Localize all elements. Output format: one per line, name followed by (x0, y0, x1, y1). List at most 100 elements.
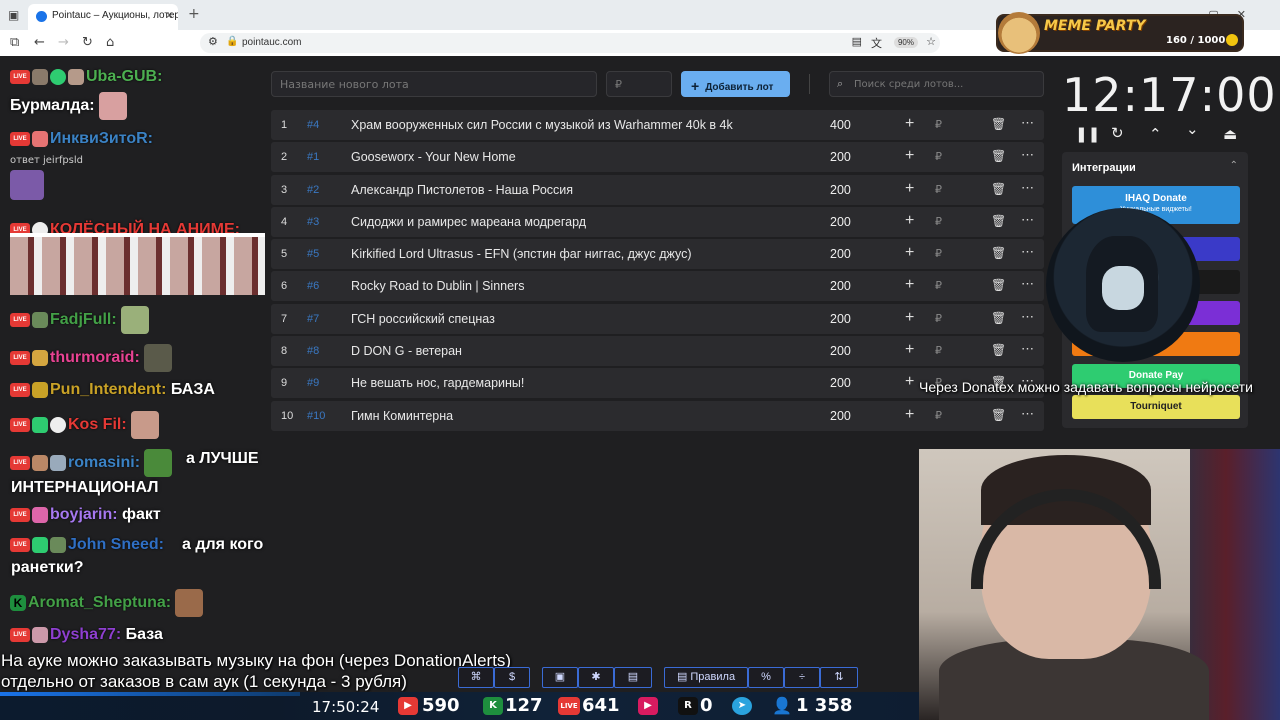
lot-name[interactable]: Gooseworx - Your New Home (351, 150, 811, 164)
add-amount-icon[interactable]: + (905, 373, 914, 391)
add-time-icon[interactable]: ⌃ (1149, 125, 1162, 143)
integration-button[interactable]: Tourniquet (1072, 395, 1240, 419)
lot-row[interactable]: 3 #2 Александр Пистолетов - Наша Россия 200… (271, 174, 1044, 205)
donate-button[interactable]: $ (494, 667, 530, 688)
more-icon[interactable]: ⋯ (1021, 406, 1034, 422)
lot-name[interactable]: Гимн Коминтерна (351, 409, 811, 423)
lot-price-input[interactable]: ₽ (606, 71, 672, 97)
home-icon[interactable]: ⌂ (106, 35, 114, 50)
ruble-icon[interactable]: ₽ (935, 409, 942, 422)
add-amount-icon[interactable]: + (905, 115, 914, 133)
lot-amount[interactable]: 200 (830, 150, 851, 164)
lot-name[interactable]: Rocky Road to Dublin | Sinners (351, 279, 811, 293)
ruble-icon[interactable]: ₽ (935, 312, 942, 325)
more-icon[interactable]: ⋯ (1021, 276, 1034, 292)
lot-row[interactable]: 10 #10 Гимн Коминтерна 200 + ₽ 🗑 ⋯ (271, 400, 1044, 431)
lot-name[interactable]: Храм вооруженных сил России с музыкой из… (351, 118, 811, 132)
lot-amount[interactable]: 200 (830, 279, 851, 293)
more-icon[interactable]: ⋯ (1021, 309, 1034, 325)
ruble-icon[interactable]: ₽ (935, 279, 942, 292)
lot-amount[interactable]: 200 (830, 376, 851, 390)
new-tab-icon[interactable]: + (188, 6, 200, 22)
translate-icon[interactable]: 文 (871, 35, 882, 51)
delete-icon[interactable]: 🗑 (991, 311, 1006, 325)
more-icon[interactable]: ⋯ (1021, 147, 1034, 163)
double-time-icon[interactable]: ⏏ (1223, 125, 1237, 143)
collapse-icon[interactable]: ⌃ (1230, 160, 1238, 171)
delete-icon[interactable]: 🗑 (991, 278, 1006, 292)
tab-actions-icon[interactable]: ▣ (8, 8, 19, 22)
bug-report-button[interactable]: ✱ (578, 667, 614, 688)
subtract-time-icon[interactable]: ⌄ (1186, 120, 1199, 138)
lot-amount[interactable]: 200 (830, 344, 851, 358)
add-amount-icon[interactable]: + (905, 341, 914, 359)
percent-button[interactable]: % (748, 667, 784, 688)
add-amount-icon[interactable]: + (905, 147, 914, 165)
lot-name[interactable]: D DON G - ветеран (351, 344, 811, 358)
browser-tab[interactable]: Pointauc – Аукционы, лотереи × (28, 4, 178, 30)
bookmark-star-icon[interactable]: ☆ (926, 35, 936, 48)
reload-icon[interactable]: ↻ (82, 35, 93, 50)
add-amount-icon[interactable]: + (905, 276, 914, 294)
lot-name[interactable]: ГСН российский спецназ (351, 312, 811, 326)
lot-amount[interactable]: 200 (830, 215, 851, 229)
site-info-icon[interactable]: ⚙ (208, 35, 218, 48)
lot-name[interactable]: Kirkified Lord Ultrasus - EFN (эпстин фа… (351, 247, 811, 261)
history-button[interactable]: ▤ (614, 667, 652, 688)
ruble-icon[interactable]: ₽ (935, 118, 942, 131)
split-button[interactable]: ÷ (784, 667, 820, 688)
ruble-icon[interactable]: ₽ (935, 183, 942, 196)
reset-icon[interactable]: ↻ (1111, 124, 1124, 142)
github-button[interactable]: ⌘ (458, 667, 494, 688)
more-icon[interactable]: ⋯ (1021, 212, 1034, 228)
delete-icon[interactable]: 🗑 (991, 214, 1006, 228)
lot-amount[interactable]: 200 (830, 183, 851, 197)
lot-row[interactable]: 8 #8 D DON G - ветеран 200 + ₽ 🗑 ⋯ (271, 336, 1044, 367)
lot-row[interactable]: 6 #6 Rocky Road to Dublin | Sinners 200 + ₽ 🗑 ⋯ (271, 271, 1044, 302)
back-icon[interactable]: ← (34, 35, 45, 50)
add-amount-icon[interactable]: + (905, 180, 914, 198)
pause-icon[interactable]: ❚❚ (1075, 125, 1100, 143)
sort-button[interactable]: ⇅ (820, 667, 858, 688)
lot-amount[interactable]: 200 (830, 312, 851, 326)
zoom-level[interactable]: 90% (893, 37, 918, 48)
close-tab-icon[interactable]: × (166, 8, 173, 22)
lot-name[interactable]: Александр Пистолетов - Наша Россия (351, 183, 811, 197)
delete-icon[interactable]: 🗑 (991, 182, 1006, 196)
ruble-icon[interactable]: ₽ (935, 150, 942, 163)
delete-icon[interactable]: 🗑 (991, 117, 1006, 131)
delete-icon[interactable]: 🗑 (991, 408, 1006, 422)
add-amount-icon[interactable]: + (905, 309, 914, 327)
lot-name[interactable]: Не вешать нос, гардемарины! (351, 376, 811, 390)
add-amount-icon[interactable]: + (905, 244, 914, 262)
lot-name[interactable]: Сидоджи и рамирес мареана модрегард (351, 215, 811, 229)
ruble-icon[interactable]: ₽ (935, 247, 942, 260)
delete-icon[interactable]: 🗑 (991, 246, 1006, 260)
ruble-icon[interactable]: ₽ (935, 215, 942, 228)
lot-row[interactable]: 4 #3 Сидоджи и рамирес мареана модрегард 20… (271, 206, 1044, 237)
lot-amount[interactable]: 200 (830, 409, 851, 423)
lot-search-input[interactable]: ⌕ Поиск среди лотов... (829, 71, 1044, 97)
more-icon[interactable]: ⋯ (1021, 180, 1034, 196)
more-icon[interactable]: ⋯ (1021, 115, 1034, 131)
lot-amount[interactable]: 200 (830, 247, 851, 261)
more-icon[interactable]: ⋯ (1021, 341, 1034, 357)
lot-row[interactable]: 5 #5 Kirkified Lord Ultrasus - EFN (эпстин… (271, 239, 1044, 270)
rules-button[interactable]: ▤ Правила (664, 667, 748, 688)
new-lot-input[interactable]: Название нового лота (271, 71, 597, 97)
lot-row[interactable]: 7 #7 ГСН российский спецназ 200 + ₽ 🗑 ⋯ (271, 303, 1044, 334)
add-lot-button[interactable]: + Добавить лот (681, 71, 790, 97)
delete-icon[interactable]: 🗑 (991, 149, 1006, 163)
lot-amount[interactable]: 400 (830, 118, 851, 132)
reader-mode-icon[interactable]: ▤ (852, 35, 862, 48)
forward-icon[interactable]: → (58, 35, 69, 50)
ruble-icon[interactable]: ₽ (935, 344, 942, 357)
more-icon[interactable]: ⋯ (1021, 244, 1034, 260)
sidebar-icon[interactable]: ⧉ (10, 35, 19, 50)
lot-row[interactable]: 1 #4 Храм вооруженных сил России с музыкой… (271, 110, 1044, 140)
add-amount-icon[interactable]: + (905, 212, 914, 230)
lot-row[interactable]: 2 #1 Gooseworx - Your New Home 200 + ₽ 🗑 ⋯ (271, 142, 1044, 173)
add-amount-icon[interactable]: + (905, 406, 914, 424)
delete-icon[interactable]: 🗑 (991, 343, 1006, 357)
save-button[interactable]: ▣ (542, 667, 578, 688)
